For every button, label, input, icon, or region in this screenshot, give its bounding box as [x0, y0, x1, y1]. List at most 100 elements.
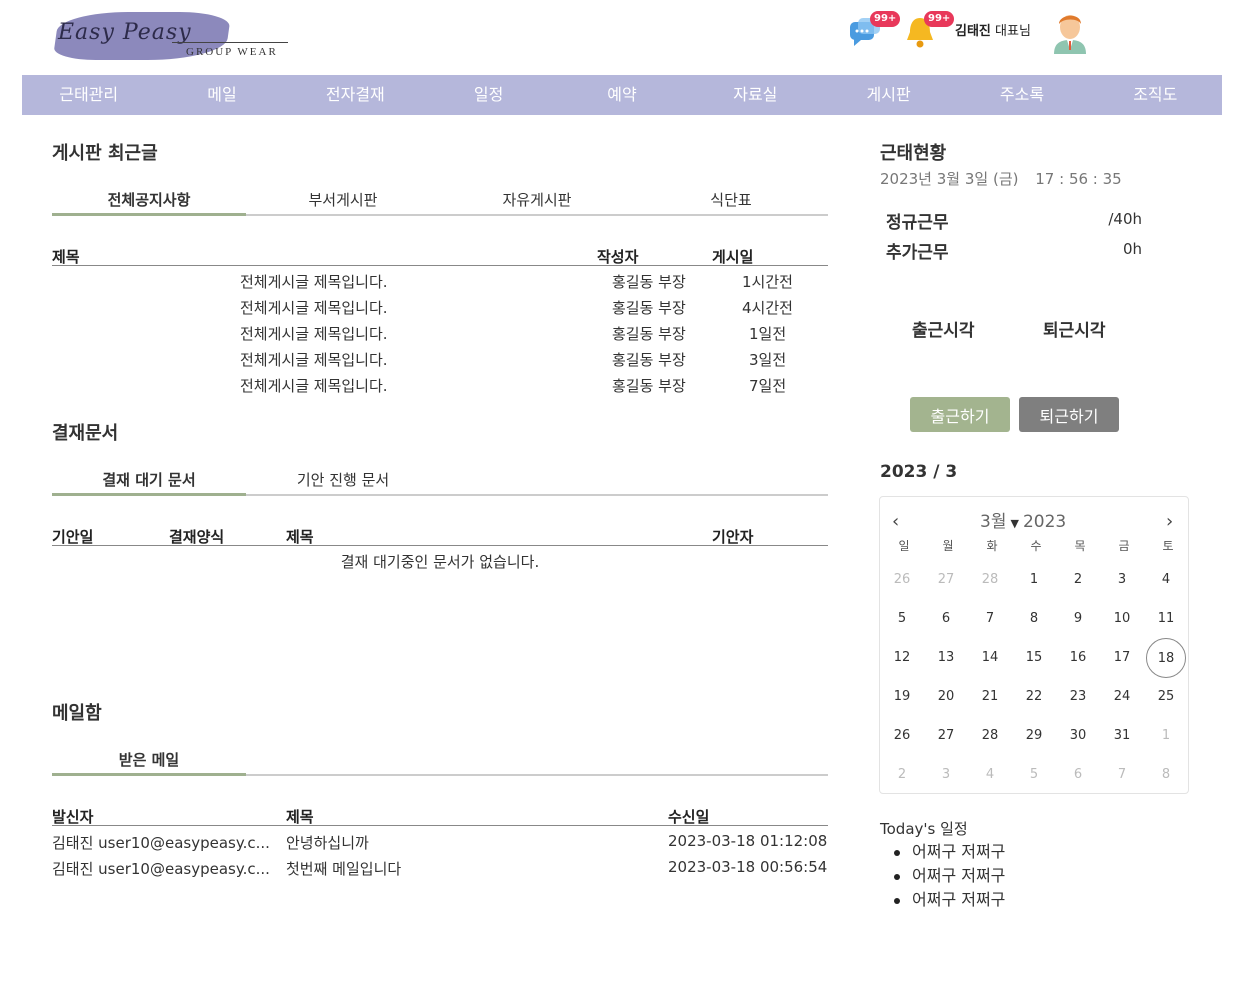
tab-free[interactable]: 자유게시판: [440, 186, 634, 216]
month-select[interactable]: 3월: [980, 512, 1006, 532]
calendar-day[interactable]: 27: [926, 716, 966, 756]
calendar-day[interactable]: 8: [1014, 599, 1054, 639]
calendar-day[interactable]: 28: [970, 560, 1010, 600]
calendar-day[interactable]: 31: [1102, 716, 1142, 756]
nav-orgchart[interactable]: 조직도: [1089, 75, 1222, 115]
col-drafter: 기안자: [712, 528, 754, 546]
calendar-day[interactable]: 12: [882, 638, 922, 678]
calendar-day[interactable]: 4: [970, 755, 1010, 795]
calendar-day[interactable]: 30: [1058, 716, 1098, 756]
calendar-day[interactable]: 4: [1146, 560, 1186, 600]
calendar-day[interactable]: 25: [1146, 677, 1186, 717]
calendar-day[interactable]: 5: [1014, 755, 1054, 795]
tab-department[interactable]: 부서게시판: [246, 186, 440, 216]
tab-draft-progress[interactable]: 기안 진행 문서: [246, 466, 440, 496]
post-title[interactable]: 전체게시글 제목입니다.: [240, 375, 388, 396]
next-month-icon[interactable]: ›: [1166, 511, 1173, 532]
tab-inbox[interactable]: 받은 메일: [52, 746, 246, 776]
regular-work-row: 정규근무 /40h: [886, 208, 1142, 233]
check-in-button[interactable]: 출근하기: [910, 397, 1010, 432]
calendar-day[interactable]: 8: [1146, 755, 1186, 795]
approval-title: 결재문서: [52, 423, 119, 444]
post-author: 홍길동 부장: [612, 273, 686, 291]
current-date: 2023년 3월 3일 (금): [880, 170, 1019, 188]
user-display: 김태진 대표님: [955, 20, 1031, 39]
calendar-day[interactable]: 7: [970, 599, 1010, 639]
calendar-day[interactable]: 10: [1102, 599, 1142, 639]
table-row[interactable]: 전체게시글 제목입니다. 홍길동 부장 7일전: [52, 373, 828, 399]
calendar-day[interactable]: 28: [970, 716, 1010, 756]
calendar-day[interactable]: 29: [1014, 716, 1054, 756]
schedule-item[interactable]: 어쩌구 저쩌구: [893, 864, 1005, 888]
calendar-day[interactable]: 1: [1014, 560, 1054, 600]
chat-badge: 99+: [870, 11, 901, 27]
month-year-select[interactable]: 3월 ▼ 2023: [980, 507, 1066, 532]
calendar-day[interactable]: 19: [882, 677, 922, 717]
calendar-day[interactable]: 3: [1102, 560, 1142, 600]
calendar-day[interactable]: 22: [1014, 677, 1054, 717]
calendar-day[interactable]: 1: [1146, 716, 1186, 756]
calendar-day[interactable]: 21: [970, 677, 1010, 717]
calendar-day[interactable]: 3: [926, 755, 966, 795]
calendar-day[interactable]: 14: [970, 638, 1010, 678]
calendar-day[interactable]: 11: [1146, 599, 1186, 639]
nav-schedule[interactable]: 일정: [422, 75, 555, 115]
post-date: 1일전: [749, 325, 787, 343]
calendar-day[interactable]: 2: [1058, 560, 1098, 600]
approval-table-header: 기안일 결재양식 제목 기안자: [52, 524, 828, 546]
brand-logo[interactable]: Easy Peasy GROUP WEAR: [52, 8, 292, 64]
table-row[interactable]: 전체게시글 제목입니다. 홍길동 부장 4시간전: [52, 295, 828, 321]
mail-subject[interactable]: 첫번째 메일입니다: [286, 858, 401, 879]
calendar-day[interactable]: 20: [926, 677, 966, 717]
calendar-day[interactable]: 27: [926, 560, 966, 600]
schedule-item[interactable]: 어쩌구 저쩌구: [893, 840, 1005, 864]
calendar-day[interactable]: 24: [1102, 677, 1142, 717]
nav-addressbook[interactable]: 주소록: [955, 75, 1088, 115]
calendar-day[interactable]: 6: [926, 599, 966, 639]
calendar-day[interactable]: 7: [1102, 755, 1142, 795]
nav-approval[interactable]: 전자결재: [289, 75, 422, 115]
mail-subject[interactable]: 안녕하십니까: [286, 832, 369, 853]
table-row[interactable]: 전체게시글 제목입니다. 홍길동 부장 1일전: [52, 321, 828, 347]
calendar-day[interactable]: 26: [882, 560, 922, 600]
tab-pending-docs[interactable]: 결재 대기 문서: [52, 466, 246, 496]
chevron-down-icon: ▼: [1010, 517, 1019, 530]
check-out-button[interactable]: 퇴근하기: [1019, 397, 1119, 432]
post-title[interactable]: 전체게시글 제목입니다.: [240, 271, 388, 292]
nav-mail[interactable]: 메일: [155, 75, 288, 115]
nav-archive[interactable]: 자료실: [689, 75, 822, 115]
calendar-day[interactable]: 15: [1014, 638, 1054, 678]
schedule-item[interactable]: 어쩌구 저쩌구: [893, 888, 1005, 912]
calendar-day[interactable]: 16: [1058, 638, 1098, 678]
user-name: 김태진: [955, 24, 991, 39]
calendar-day[interactable]: 9: [1058, 599, 1098, 639]
tab-menu[interactable]: 식단표: [634, 186, 828, 216]
chat-icon[interactable]: 99+: [848, 11, 901, 50]
calendar-day[interactable]: 5: [882, 599, 922, 639]
nav-reservation[interactable]: 예약: [555, 75, 688, 115]
nav-attendance[interactable]: 근태관리: [22, 75, 155, 115]
nav-board[interactable]: 게시판: [822, 75, 955, 115]
post-title[interactable]: 전체게시글 제목입니다.: [240, 297, 388, 318]
calendar-day[interactable]: 18: [1146, 638, 1186, 678]
calendar-day[interactable]: 26: [882, 716, 922, 756]
post-title[interactable]: 전체게시글 제목입니다.: [240, 323, 388, 344]
table-row[interactable]: 전체게시글 제목입니다. 홍길동 부장 1시간전: [52, 269, 828, 295]
calendar-day[interactable]: 23: [1058, 677, 1098, 717]
table-row[interactable]: 김태진 user10@easypeasy.c... 안녕하십니까 2023-03…: [52, 830, 828, 856]
mail-sender: 김태진 user10@easypeasy.c...: [52, 834, 270, 852]
prev-month-icon[interactable]: ‹: [892, 511, 899, 532]
col-sender: 발신자: [52, 808, 94, 826]
year-select[interactable]: 2023: [1023, 512, 1066, 532]
avatar[interactable]: [1050, 10, 1090, 54]
post-title[interactable]: 전체게시글 제목입니다.: [240, 349, 388, 370]
table-row[interactable]: 김태진 user10@easypeasy.c... 첫번째 메일입니다 2023…: [52, 856, 828, 882]
calendar-day[interactable]: 17: [1102, 638, 1142, 678]
calendar-day[interactable]: 2: [882, 755, 922, 795]
table-row[interactable]: 전체게시글 제목입니다. 홍길동 부장 3일전: [52, 347, 828, 373]
post-date: 7일전: [749, 377, 787, 395]
calendar-day[interactable]: 13: [926, 638, 966, 678]
bell-icon[interactable]: 99+: [902, 11, 955, 50]
tab-notice[interactable]: 전체공지사항: [52, 186, 246, 216]
calendar-day[interactable]: 6: [1058, 755, 1098, 795]
